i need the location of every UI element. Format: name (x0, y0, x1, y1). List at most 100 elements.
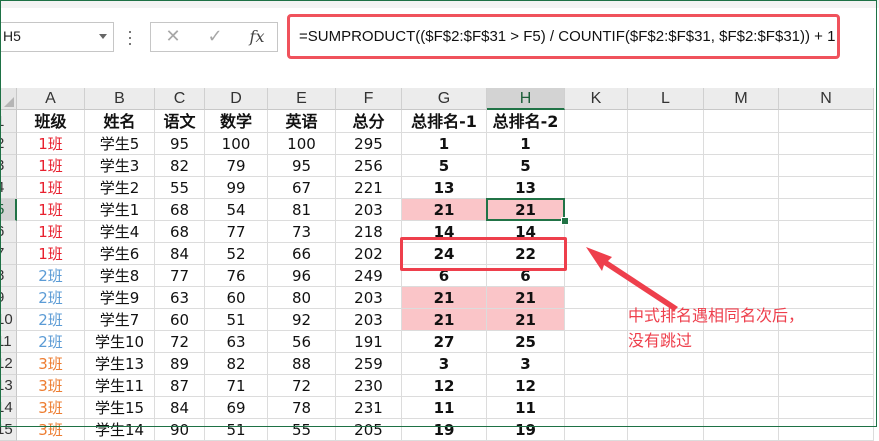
score-cell[interactable]: 54 (205, 199, 268, 221)
row-header[interactable]: 4 (0, 177, 17, 199)
row-header[interactable]: 15 (0, 419, 17, 441)
rank-1-cell[interactable]: 19 (402, 419, 487, 441)
row-header[interactable]: 10 (0, 309, 17, 331)
header-cell[interactable]: 班级 (17, 110, 85, 133)
student-name-cell[interactable]: 学生14 (85, 419, 155, 441)
score-cell[interactable]: 71 (205, 375, 268, 397)
empty-cell[interactable] (704, 353, 779, 375)
empty-cell[interactable] (779, 110, 874, 133)
score-cell[interactable]: 76 (205, 265, 268, 287)
rank-2-cell[interactable]: 13 (487, 177, 565, 199)
score-cell[interactable]: 77 (205, 221, 268, 243)
class-cell[interactable]: 1班 (17, 243, 85, 265)
header-cell[interactable]: 姓名 (85, 110, 155, 133)
class-cell[interactable]: 3班 (17, 375, 85, 397)
student-name-cell[interactable]: 学生3 (85, 155, 155, 177)
empty-cell[interactable] (704, 133, 779, 155)
formula-input[interactable]: =SUMPRODUCT(($F$2:$F$31 > F5) / COUNTIF(… (287, 14, 840, 59)
column-header-g[interactable]: G (402, 88, 487, 110)
student-name-cell[interactable]: 学生13 (85, 353, 155, 375)
column-header-n[interactable]: N (779, 88, 874, 110)
empty-cell[interactable] (779, 353, 874, 375)
score-cell[interactable]: 55 (155, 177, 205, 199)
column-header-c[interactable]: C (155, 88, 205, 110)
score-cell[interactable]: 205 (336, 419, 402, 441)
rank-2-cell[interactable]: 19 (487, 419, 565, 441)
rank-1-cell[interactable]: 11 (402, 397, 487, 419)
score-cell[interactable]: 77 (155, 265, 205, 287)
student-name-cell[interactable]: 学生7 (85, 309, 155, 331)
column-header-a[interactable]: A (17, 88, 85, 110)
drag-handle-icon[interactable] (129, 27, 132, 47)
empty-cell[interactable] (704, 155, 779, 177)
score-cell[interactable]: 90 (155, 419, 205, 441)
score-cell[interactable]: 249 (336, 265, 402, 287)
empty-cell[interactable] (565, 353, 628, 375)
empty-cell[interactable] (704, 397, 779, 419)
score-cell[interactable]: 80 (268, 287, 336, 309)
score-cell[interactable]: 68 (155, 221, 205, 243)
empty-cell[interactable] (628, 177, 704, 199)
empty-cell[interactable] (779, 419, 874, 441)
empty-cell[interactable] (704, 199, 779, 221)
score-cell[interactable]: 51 (205, 309, 268, 331)
column-header-k[interactable]: K (565, 88, 628, 110)
row-header[interactable]: 2 (0, 133, 17, 155)
rank-2-cell[interactable]: 25 (487, 331, 565, 353)
column-header-f[interactable]: F (336, 88, 402, 110)
student-name-cell[interactable]: 学生2 (85, 177, 155, 199)
student-name-cell[interactable]: 学生11 (85, 375, 155, 397)
class-cell[interactable]: 1班 (17, 221, 85, 243)
empty-cell[interactable] (704, 221, 779, 243)
class-cell[interactable]: 2班 (17, 331, 85, 353)
empty-cell[interactable] (628, 133, 704, 155)
empty-cell[interactable] (565, 155, 628, 177)
empty-cell[interactable] (704, 265, 779, 287)
empty-cell[interactable] (565, 331, 628, 353)
score-cell[interactable]: 231 (336, 397, 402, 419)
cancel-icon[interactable]: ✕ (153, 23, 193, 51)
student-name-cell[interactable]: 学生5 (85, 133, 155, 155)
score-cell[interactable]: 96 (268, 265, 336, 287)
header-cell[interactable]: 语文 (155, 110, 205, 133)
rank-2-cell[interactable]: 1 (487, 133, 565, 155)
empty-cell[interactable] (628, 110, 704, 133)
score-cell[interactable]: 256 (336, 155, 402, 177)
row-header[interactable]: 14 (0, 397, 17, 419)
student-name-cell[interactable]: 学生1 (85, 199, 155, 221)
rank-1-cell[interactable]: 3 (402, 353, 487, 375)
score-cell[interactable]: 72 (155, 331, 205, 353)
select-all-corner[interactable] (0, 88, 17, 110)
row-header[interactable]: 12 (0, 353, 17, 375)
score-cell[interactable]: 218 (336, 221, 402, 243)
rank-1-cell[interactable]: 1 (402, 133, 487, 155)
score-cell[interactable]: 84 (155, 243, 205, 265)
empty-cell[interactable] (779, 155, 874, 177)
score-cell[interactable]: 88 (268, 353, 336, 375)
empty-cell[interactable] (704, 110, 779, 133)
rank-1-cell[interactable]: 12 (402, 375, 487, 397)
score-cell[interactable]: 60 (205, 287, 268, 309)
score-cell[interactable]: 202 (336, 243, 402, 265)
score-cell[interactable]: 51 (205, 419, 268, 441)
empty-cell[interactable] (628, 375, 704, 397)
score-cell[interactable]: 221 (336, 177, 402, 199)
empty-cell[interactable] (628, 199, 704, 221)
empty-cell[interactable] (565, 419, 628, 441)
chevron-down-icon[interactable] (99, 34, 107, 39)
row-header[interactable]: 3 (0, 155, 17, 177)
row-header[interactable]: 9 (0, 287, 17, 309)
header-cell[interactable]: 数学 (205, 110, 268, 133)
column-header-h[interactable]: H (487, 88, 565, 110)
score-cell[interactable]: 95 (155, 133, 205, 155)
score-cell[interactable]: 52 (205, 243, 268, 265)
score-cell[interactable]: 295 (336, 133, 402, 155)
empty-cell[interactable] (628, 353, 704, 375)
score-cell[interactable]: 230 (336, 375, 402, 397)
worksheet-grid[interactable]: ABCDEFGHKLMN123456789101112131415班级姓名语文数… (0, 88, 879, 441)
rank-1-cell[interactable]: 21 (402, 287, 487, 309)
row-header[interactable]: 13 (0, 375, 17, 397)
student-name-cell[interactable]: 学生6 (85, 243, 155, 265)
score-cell[interactable]: 81 (268, 199, 336, 221)
score-cell[interactable]: 72 (268, 375, 336, 397)
